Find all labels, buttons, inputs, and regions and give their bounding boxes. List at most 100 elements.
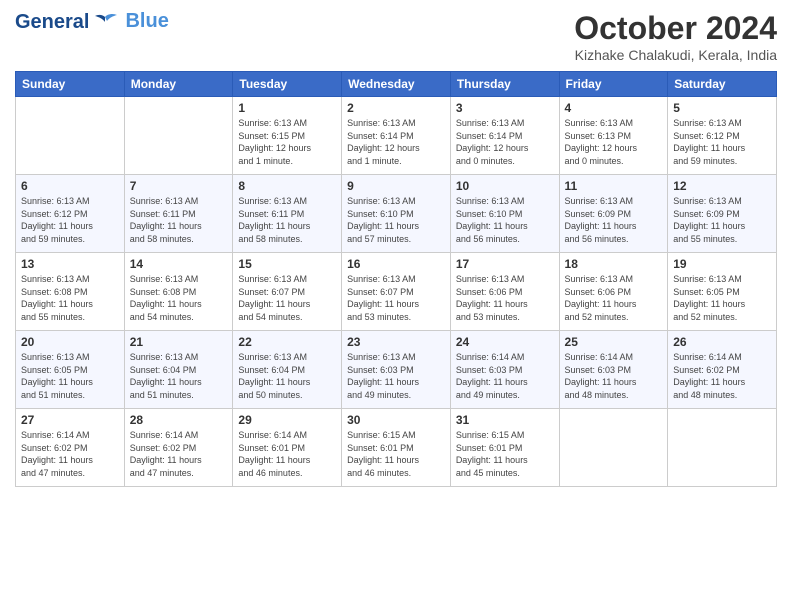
- table-row: 27 Sunrise: 6:14 AM Sunset: 6:02 PM Dayli…: [16, 409, 125, 487]
- col-monday: Monday: [124, 72, 233, 97]
- day-info: Sunrise: 6:13 AM Sunset: 6:12 PM Dayligh…: [21, 195, 119, 245]
- table-row: 5Sunrise: 6:13 AM Sunset: 6:12 PM Daylig…: [668, 97, 777, 175]
- col-thursday: Thursday: [450, 72, 559, 97]
- day-number: 6: [21, 179, 119, 193]
- table-row: 4 Sunrise: 6:13 AM Sunset: 6:13 PM Daylig…: [559, 97, 668, 175]
- table-row: 10Sunrise: 6:13 AM Sunset: 6:10 PM Dayli…: [450, 175, 559, 253]
- day-number: 3: [456, 101, 554, 115]
- day-number: 8: [238, 179, 336, 193]
- day-info: Sunrise: 6:13 AM Sunset: 6:09 PM Dayligh…: [673, 195, 771, 245]
- day-number: 24: [456, 335, 554, 349]
- page-header: General Blue October 2024 Kizhake Chalak…: [15, 10, 777, 63]
- table-row: 31 Sunrise: 6:15 AM Sunset: 6:01 PM Dayli…: [450, 409, 559, 487]
- day-number: 19: [673, 257, 771, 271]
- day-info: Sunrise: 6:14 AM Sunset: 6:02 PM Dayligh…: [21, 429, 119, 479]
- table-row: 21 Sunrise: 6:13 AM Sunset: 6:04 PM Dayli…: [124, 331, 233, 409]
- location: Kizhake Chalakudi, Kerala, India: [574, 47, 777, 63]
- calendar-header-row: Sunday Monday Tuesday Wednesday Thursday…: [16, 72, 777, 97]
- day-info: Sunrise: 6:13 AM Sunset: 6:05 PM Dayligh…: [21, 351, 119, 401]
- day-number: 27: [21, 413, 119, 427]
- calendar-week-row: 27 Sunrise: 6:14 AM Sunset: 6:02 PM Dayli…: [16, 409, 777, 487]
- table-row: 24Sunrise: 6:14 AM Sunset: 6:03 PM Dayli…: [450, 331, 559, 409]
- day-info: Sunrise: 6:13 AM Sunset: 6:08 PM Dayligh…: [21, 273, 119, 323]
- table-row: 20Sunrise: 6:13 AM Sunset: 6:05 PM Dayli…: [16, 331, 125, 409]
- table-row: 8 Sunrise: 6:13 AM Sunset: 6:11 PM Daylig…: [233, 175, 342, 253]
- day-number: 7: [130, 179, 228, 193]
- table-row: 18Sunrise: 6:13 AM Sunset: 6:06 PM Dayli…: [559, 253, 668, 331]
- day-info: Sunrise: 6:13 AM Sunset: 6:04 PM Dayligh…: [238, 351, 336, 401]
- day-number: 30: [347, 413, 445, 427]
- table-row: 7 Sunrise: 6:13 AM Sunset: 6:11 PM Daylig…: [124, 175, 233, 253]
- table-row: 17Sunrise: 6:13 AM Sunset: 6:06 PM Dayli…: [450, 253, 559, 331]
- day-info: Sunrise: 6:13 AM Sunset: 6:03 PM Dayligh…: [347, 351, 445, 401]
- table-row: 26 Sunrise: 6:14 AM Sunset: 6:02 PM Dayli…: [668, 331, 777, 409]
- day-info: Sunrise: 6:13 AM Sunset: 6:11 PM Dayligh…: [130, 195, 228, 245]
- table-row: [559, 409, 668, 487]
- day-info: Sunrise: 6:14 AM Sunset: 6:02 PM Dayligh…: [130, 429, 228, 479]
- table-row: 29 Sunrise: 6:14 AM Sunset: 6:01 PM Dayli…: [233, 409, 342, 487]
- day-info: Sunrise: 6:13 AM Sunset: 6:07 PM Dayligh…: [238, 273, 336, 323]
- day-info: Sunrise: 6:13 AM Sunset: 6:08 PM Dayligh…: [130, 273, 228, 323]
- col-tuesday: Tuesday: [233, 72, 342, 97]
- table-row: 1 Sunrise: 6:13 AM Sunset: 6:15 PM Daylig…: [233, 97, 342, 175]
- day-number: 12: [673, 179, 771, 193]
- table-row: 30 Sunrise: 6:15 AM Sunset: 6:01 PM Dayli…: [342, 409, 451, 487]
- logo-bird-icon: [91, 13, 119, 31]
- day-info: Sunrise: 6:13 AM Sunset: 6:14 PM Dayligh…: [347, 117, 445, 167]
- day-info: Sunrise: 6:13 AM Sunset: 6:10 PM Dayligh…: [347, 195, 445, 245]
- day-number: 28: [130, 413, 228, 427]
- day-number: 22: [238, 335, 336, 349]
- table-row: 3 Sunrise: 6:13 AM Sunset: 6:14 PM Daylig…: [450, 97, 559, 175]
- calendar-week-row: 20Sunrise: 6:13 AM Sunset: 6:05 PM Dayli…: [16, 331, 777, 409]
- day-info: Sunrise: 6:13 AM Sunset: 6:13 PM Dayligh…: [565, 117, 663, 167]
- day-info: Sunrise: 6:13 AM Sunset: 6:15 PM Dayligh…: [238, 117, 336, 167]
- calendar-week-row: 13 Sunrise: 6:13 AM Sunset: 6:08 PM Dayli…: [16, 253, 777, 331]
- table-row: 6 Sunrise: 6:13 AM Sunset: 6:12 PM Daylig…: [16, 175, 125, 253]
- day-info: Sunrise: 6:13 AM Sunset: 6:05 PM Dayligh…: [673, 273, 771, 323]
- day-info: Sunrise: 6:13 AM Sunset: 6:11 PM Dayligh…: [238, 195, 336, 245]
- table-row: 19 Sunrise: 6:13 AM Sunset: 6:05 PM Dayli…: [668, 253, 777, 331]
- day-info: Sunrise: 6:15 AM Sunset: 6:01 PM Dayligh…: [347, 429, 445, 479]
- col-saturday: Saturday: [668, 72, 777, 97]
- day-number: 31: [456, 413, 554, 427]
- calendar-table: Sunday Monday Tuesday Wednesday Thursday…: [15, 71, 777, 487]
- table-row: 28 Sunrise: 6:14 AM Sunset: 6:02 PM Dayli…: [124, 409, 233, 487]
- day-number: 16: [347, 257, 445, 271]
- day-number: 13: [21, 257, 119, 271]
- day-number: 21: [130, 335, 228, 349]
- day-number: 2: [347, 101, 445, 115]
- day-info: Sunrise: 6:13 AM Sunset: 6:07 PM Dayligh…: [347, 273, 445, 323]
- day-number: 15: [238, 257, 336, 271]
- day-info: Sunrise: 6:13 AM Sunset: 6:06 PM Dayligh…: [456, 273, 554, 323]
- day-number: 26: [673, 335, 771, 349]
- table-row: [16, 97, 125, 175]
- day-number: 11: [565, 179, 663, 193]
- col-sunday: Sunday: [16, 72, 125, 97]
- table-row: 11 Sunrise: 6:13 AM Sunset: 6:09 PM Dayli…: [559, 175, 668, 253]
- day-info: Sunrise: 6:14 AM Sunset: 6:02 PM Dayligh…: [673, 351, 771, 401]
- day-number: 9: [347, 179, 445, 193]
- day-number: 10: [456, 179, 554, 193]
- table-row: 23Sunrise: 6:13 AM Sunset: 6:03 PM Dayli…: [342, 331, 451, 409]
- title-section: October 2024 Kizhake Chalakudi, Kerala, …: [574, 10, 777, 63]
- calendar-week-row: 6 Sunrise: 6:13 AM Sunset: 6:12 PM Daylig…: [16, 175, 777, 253]
- table-row: [124, 97, 233, 175]
- day-info: Sunrise: 6:13 AM Sunset: 6:14 PM Dayligh…: [456, 117, 554, 167]
- logo: General Blue: [15, 10, 169, 33]
- day-info: Sunrise: 6:15 AM Sunset: 6:01 PM Dayligh…: [456, 429, 554, 479]
- day-number: 4: [565, 101, 663, 115]
- day-info: Sunrise: 6:14 AM Sunset: 6:01 PM Dayligh…: [238, 429, 336, 479]
- day-number: 29: [238, 413, 336, 427]
- table-row: 9 Sunrise: 6:13 AM Sunset: 6:10 PM Daylig…: [342, 175, 451, 253]
- table-row: 16 Sunrise: 6:13 AM Sunset: 6:07 PM Dayli…: [342, 253, 451, 331]
- day-number: 1: [238, 101, 336, 115]
- table-row: 12 Sunrise: 6:13 AM Sunset: 6:09 PM Dayli…: [668, 175, 777, 253]
- day-info: Sunrise: 6:13 AM Sunset: 6:04 PM Dayligh…: [130, 351, 228, 401]
- day-info: Sunrise: 6:13 AM Sunset: 6:12 PM Dayligh…: [673, 117, 771, 167]
- table-row: 25Sunrise: 6:14 AM Sunset: 6:03 PM Dayli…: [559, 331, 668, 409]
- day-number: 18: [565, 257, 663, 271]
- day-number: 25: [565, 335, 663, 349]
- day-info: Sunrise: 6:13 AM Sunset: 6:09 PM Dayligh…: [565, 195, 663, 245]
- month-title: October 2024: [574, 10, 777, 47]
- table-row: 14Sunrise: 6:13 AM Sunset: 6:08 PM Dayli…: [124, 253, 233, 331]
